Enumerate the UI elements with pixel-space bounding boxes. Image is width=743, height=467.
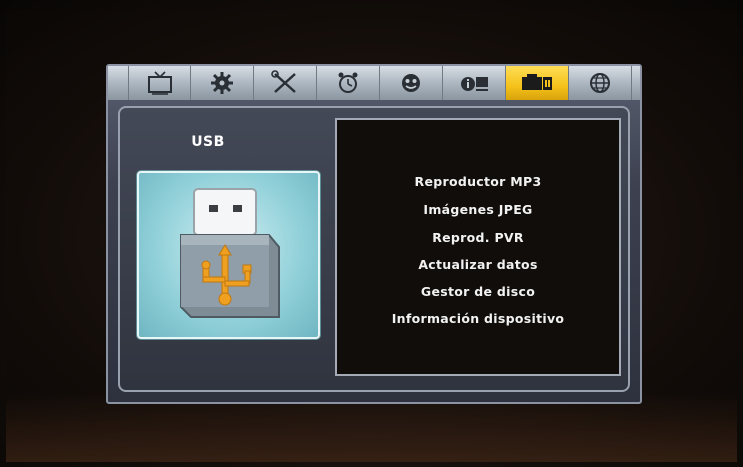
gear-icon: [211, 72, 233, 94]
tab-info[interactable]: [443, 66, 506, 100]
usb-menu-list: Reproductor MP3 Imágenes JPEG Reprod. PV…: [335, 118, 621, 376]
usb-preview-image: [137, 171, 320, 339]
globe-icon: [590, 73, 610, 93]
section-title: USB: [191, 134, 225, 150]
menu-item-update[interactable]: Actualizar datos: [337, 257, 619, 272]
tab-parental[interactable]: [380, 66, 443, 100]
tab-timer[interactable]: [317, 66, 380, 100]
tv-icon: [147, 71, 172, 95]
tab-tools[interactable]: [254, 66, 317, 100]
tab-usb[interactable]: [506, 66, 569, 100]
menu-item-pvr[interactable]: Reprod. PVR: [337, 230, 619, 245]
face-icon: [402, 74, 420, 92]
tools-icon: [271, 70, 296, 93]
menu-item-mp3[interactable]: Reproductor MP3: [337, 174, 619, 189]
menu-item-disk-manager[interactable]: Gestor de disco: [337, 284, 619, 299]
tab-settings[interactable]: [191, 66, 254, 100]
menu-item-device-info[interactable]: Información dispositivo: [337, 311, 619, 326]
menu-item-jpeg[interactable]: Imágenes JPEG: [337, 202, 619, 217]
info-icon: [461, 77, 488, 91]
tab-language[interactable]: [569, 66, 632, 100]
alarm-clock-icon: [338, 72, 358, 93]
tab-bar: [108, 66, 640, 100]
usb-drive-icon: [180, 188, 280, 318]
usb-tab-icon: [522, 74, 552, 90]
tab-tv[interactable]: [128, 66, 191, 100]
